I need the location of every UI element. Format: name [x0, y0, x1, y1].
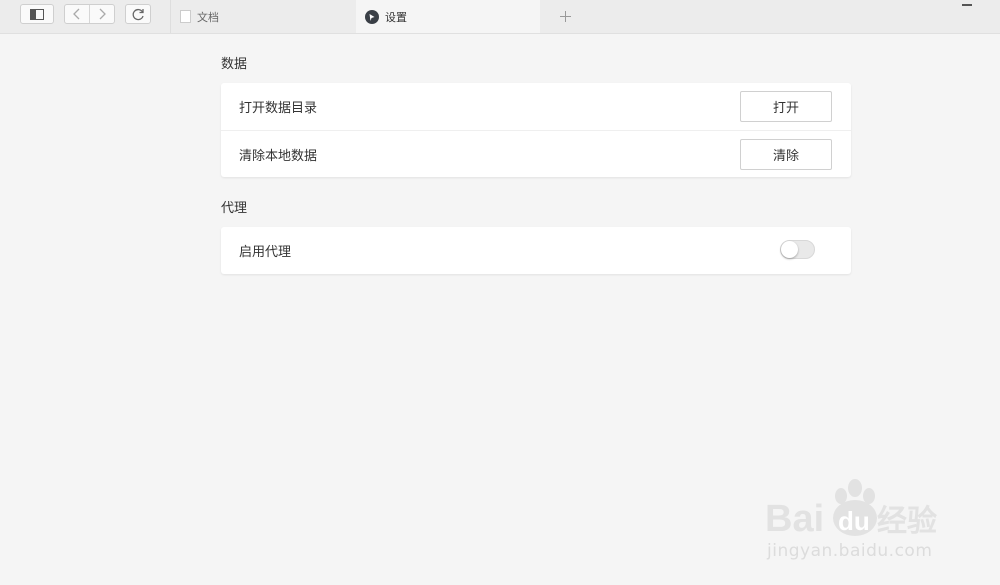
back-icon: [73, 8, 80, 20]
setting-label: 打开数据目录: [239, 101, 318, 116]
proxy-settings-card: 启用代理: [221, 227, 851, 274]
watermark-brand-c: 经验: [877, 504, 937, 539]
setting-label: 清除本地数据: [239, 148, 318, 164]
watermark-brand-b: du: [838, 506, 870, 536]
setting-label: 启用代理: [239, 245, 292, 260]
sidebar-toggle-icon: [30, 8, 44, 20]
tab-settings[interactable]: 设置: [356, 0, 540, 33]
watermark-url: jingyan.baidu.com: [767, 541, 933, 561]
new-tab-icon: [559, 10, 571, 22]
document-icon: [180, 10, 191, 23]
navigation-group: [64, 4, 115, 24]
setting-row-open-data-dir: 打开数据目录 打开: [221, 83, 851, 130]
section-title-proxy: 代理: [221, 201, 248, 216]
toggle-knob: [781, 241, 798, 258]
minimize-icon[interactable]: [962, 4, 972, 6]
tab-documents[interactable]: 文档: [170, 0, 354, 33]
settings-app-icon: [365, 9, 379, 24]
section-title-data: 数据: [221, 57, 248, 72]
open-button[interactable]: 打开: [740, 91, 832, 122]
back-button[interactable]: [65, 5, 89, 23]
proxy-toggle[interactable]: [780, 240, 815, 259]
forward-button[interactable]: [90, 5, 114, 23]
setting-row-enable-proxy: 启用代理: [221, 227, 851, 274]
watermark-brand-a: Bai: [765, 498, 824, 540]
tab-label: 文档: [197, 10, 219, 24]
refresh-button[interactable]: [125, 4, 151, 24]
refresh-icon: [132, 8, 144, 20]
forward-icon: [99, 8, 106, 20]
setting-row-clear-local-data: 清除本地数据 清除: [221, 130, 851, 177]
title-bar: 文档 设置: [0, 0, 1000, 34]
data-settings-card: 打开数据目录 打开 清除本地数据 清除: [221, 83, 851, 177]
sidebar-toggle-button[interactable]: [20, 4, 54, 24]
tab-label: 设置: [385, 10, 407, 24]
new-tab-button[interactable]: [557, 8, 573, 24]
clear-button[interactable]: 清除: [740, 139, 832, 170]
